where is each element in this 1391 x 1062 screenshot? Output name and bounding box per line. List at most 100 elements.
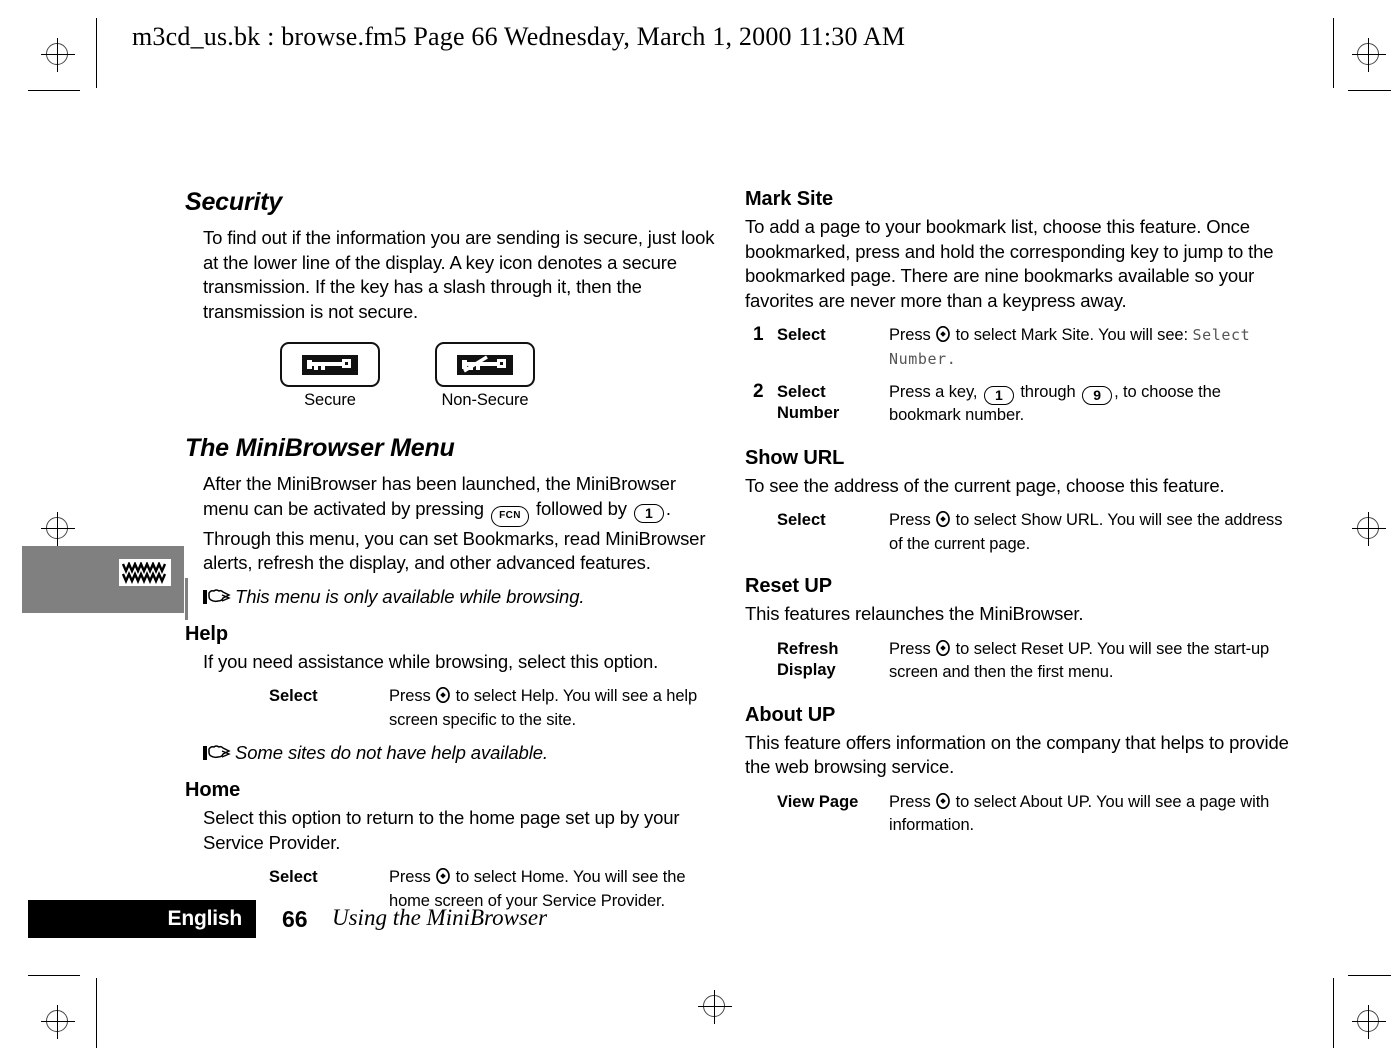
right-column: Mark Site To add a page to your bookmark… <box>745 188 1290 847</box>
table-row: 2 Select Number Press a key, 1 through 9… <box>753 380 1290 427</box>
mark-site-paragraph: To add a page to your bookmark list, cho… <box>745 216 1274 311</box>
step-text-part1: Press <box>889 326 931 344</box>
step-text: Press to select Show URL. You will see t… <box>889 508 1290 555</box>
step-number: 2 <box>753 381 764 402</box>
key-icon <box>302 354 358 375</box>
step-number <box>753 637 777 638</box>
step-label: Select <box>777 326 826 344</box>
security-title: Security <box>185 188 283 216</box>
registration-mark-top-right <box>1352 38 1386 72</box>
section-security: Security To find out if the information … <box>185 188 725 410</box>
footer-language-bar: English <box>28 900 256 938</box>
select-key-icon <box>936 639 951 663</box>
table-row: 1 Select Press to select Mark Site. You … <box>753 323 1290 370</box>
table-row: View Page Press to select About UP. You … <box>753 790 1290 837</box>
minibrowser-menu-paragraph: After the MiniBrowser has been launched,… <box>203 472 725 576</box>
step-text-part2: to select Mark Site. You will see: <box>955 326 1188 344</box>
section-mark-site: Mark Site To add a page to your bookmark… <box>745 188 1290 427</box>
help-note-text: Some sites do not have help available. <box>235 742 548 763</box>
step-row: Select Press to select Help. You will se… <box>245 684 725 731</box>
non-secure-caption: Non-Secure <box>441 391 529 409</box>
footer-language-label: English <box>167 907 243 930</box>
non-secure-icon-group: Non-Secure <box>435 342 535 410</box>
crop-line-bottom-right-vertical <box>1333 978 1334 1048</box>
registration-mark-bottom-right <box>1352 1005 1386 1039</box>
crop-line-top-left-vertical <box>96 18 97 88</box>
lcd-display-period: . <box>946 349 957 368</box>
step-text-part2: to select Home. You will see the home sc… <box>389 868 686 910</box>
select-key-icon <box>436 686 451 710</box>
step-text-part1: Press <box>389 868 431 886</box>
non-secure-icon-box <box>435 342 535 387</box>
step-text: Press to select Reset UP. You will see t… <box>889 637 1290 684</box>
step-label: Refresh Display <box>777 639 839 679</box>
help-paragraph: If you need assistance while browsing, s… <box>203 650 659 672</box>
step-text-part1: Press <box>889 792 931 811</box>
section-home: Home Select this option to return to the… <box>185 779 725 912</box>
secure-icon-group: Secure <box>280 342 380 410</box>
registration-mark-bottom-left <box>41 1005 75 1039</box>
step-text-part1: Press <box>889 511 931 529</box>
step-label: View Page <box>777 792 859 811</box>
step-number <box>753 790 777 791</box>
fcn-key-icon: FCN <box>490 505 529 527</box>
step-text-part1: Press <box>389 687 431 705</box>
step-text: Press to select About UP. You will see a… <box>889 790 1290 837</box>
section-about-up: About UP This feature offers information… <box>745 704 1290 837</box>
home-title: Home <box>185 779 241 801</box>
table-row: Refresh Display Press to select Reset UP… <box>753 637 1290 684</box>
section-minibrowser-menu: The MiniBrowser Menu After the MiniBrows… <box>185 434 725 613</box>
select-key-icon <box>936 325 951 349</box>
crop-line-bottom-right-horizontal <box>1348 975 1391 976</box>
step-number <box>245 684 269 685</box>
step-text: Press a key, 1 through 9, to choose the … <box>889 380 1290 427</box>
home-paragraph: Select this option to return to the home… <box>203 807 680 853</box>
step-label: Select <box>269 868 318 886</box>
step-label: Select <box>269 687 318 705</box>
thumb-tab-www <box>22 546 184 613</box>
key-slashed-icon <box>457 354 513 375</box>
section-help: Help If you need assistance while browsi… <box>185 623 725 770</box>
minibrowser-menu-note-text: This menu is only available while browsi… <box>235 585 585 607</box>
show-url-steps: Select Press to select Show URL. You wil… <box>753 508 1290 555</box>
page-number: 66 <box>282 906 308 932</box>
document-header-line: m3cd_us.bk : browse.fm5 Page 66 Wednesda… <box>132 22 906 51</box>
minibrowser-menu-note: This menu is only available while browsi… <box>203 585 725 613</box>
security-icon-row: Secure Non-Secure <box>280 342 725 410</box>
reset-up-title: Reset UP <box>745 575 833 597</box>
help-steps: Select Press to select Help. You will se… <box>245 684 725 731</box>
step-text-part1: Press <box>889 639 931 658</box>
select-key-icon <box>936 792 951 816</box>
registration-mark-left-middle <box>41 512 75 546</box>
table-row: Select Press to select Show URL. You wil… <box>753 508 1290 555</box>
key-1-icon: 1 <box>633 503 664 523</box>
step-text: Press to select Mark Site. You will see:… <box>889 323 1290 370</box>
crop-line-top-right-vertical <box>1333 18 1334 88</box>
mark-site-steps: 1 Select Press to select Mark Site. You … <box>753 323 1290 427</box>
section-reset-up: Reset UP This features relaunches the Mi… <box>745 575 1290 684</box>
registration-mark-right-middle <box>1352 512 1386 546</box>
reset-up-paragraph: This features relaunches the MiniBrowser… <box>745 603 1084 624</box>
section-show-url: Show URL To see the address of the curre… <box>745 447 1290 556</box>
help-note: Some sites do not have help available. <box>203 741 725 769</box>
help-title: Help <box>185 622 228 645</box>
about-up-steps: View Page Press to select About UP. You … <box>753 790 1290 837</box>
step-number: 1 <box>753 324 764 345</box>
step-text: Press to select Help. You will see a hel… <box>389 684 725 731</box>
about-up-paragraph: This feature offers information on the c… <box>745 731 1289 778</box>
show-url-paragraph: To see the address of the current page, … <box>745 474 1225 496</box>
www-icon <box>119 559 171 586</box>
reset-up-steps: Refresh Display Press to select Reset UP… <box>753 637 1290 684</box>
step-label: Select <box>777 511 826 529</box>
left-column: Security To find out if the information … <box>185 188 725 922</box>
select-key-icon <box>936 510 951 534</box>
crop-line-top-left-horizontal <box>28 90 80 91</box>
minibrowser-menu-title: The MiniBrowser Menu <box>185 434 455 462</box>
show-url-title: Show URL <box>745 446 845 469</box>
crop-line-bottom-left-horizontal <box>28 975 80 976</box>
crop-line-bottom-left-vertical <box>96 978 97 1048</box>
about-up-title: About UP <box>745 703 836 726</box>
pointing-hand-icon <box>203 743 233 769</box>
key-9-icon: 9 <box>1082 386 1113 405</box>
pointing-hand-icon <box>203 587 233 613</box>
